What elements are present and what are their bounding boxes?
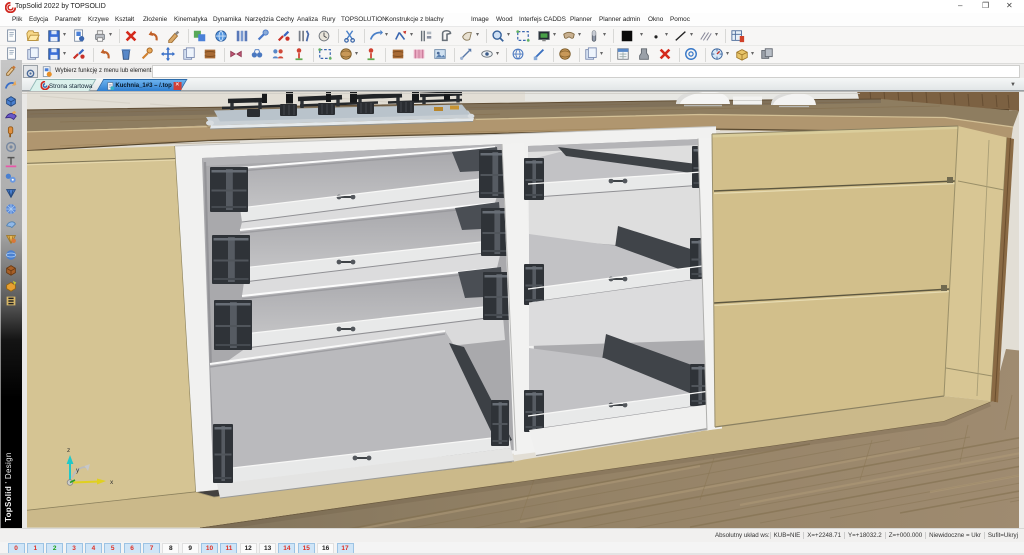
svg-text:z: z: [67, 447, 70, 454]
